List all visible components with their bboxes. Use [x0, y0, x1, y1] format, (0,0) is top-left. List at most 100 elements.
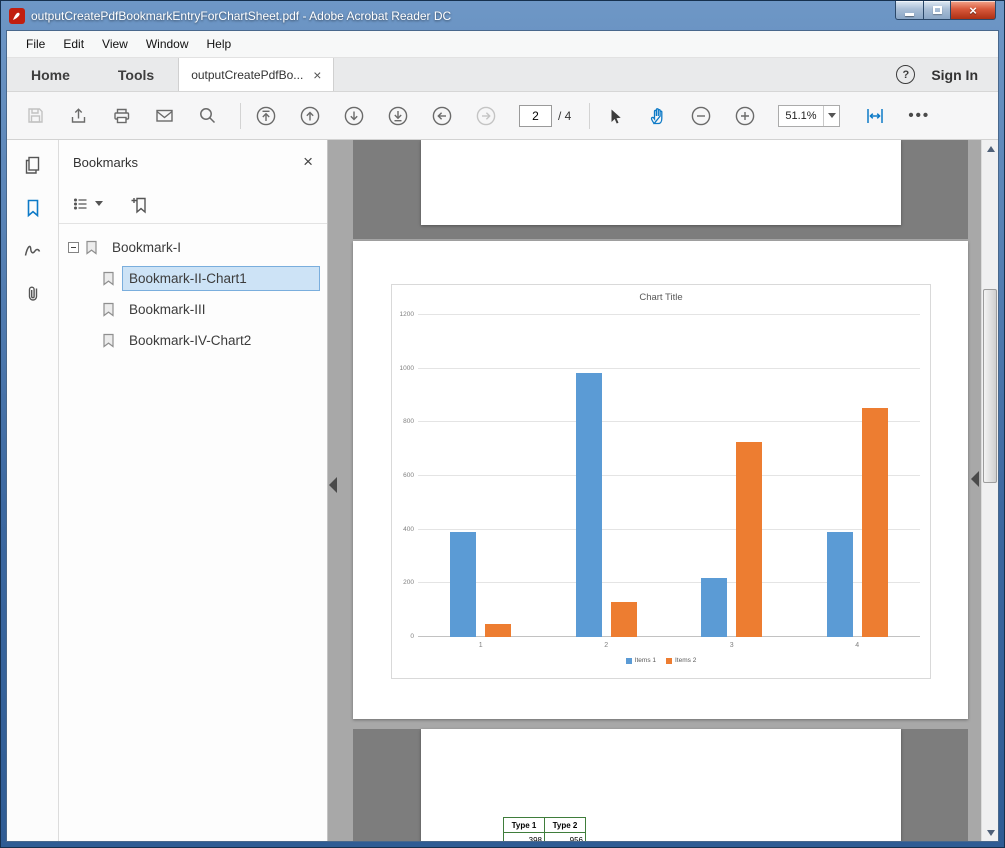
- bookmark-item[interactable]: Bookmark-I: [59, 234, 327, 260]
- attachments-panel-button[interactable]: [22, 283, 44, 310]
- close-icon: ×: [969, 3, 977, 18]
- bookmarks-panel-title: Bookmarks: [73, 155, 138, 170]
- bookmark-label: Bookmark-II-Chart1: [122, 266, 320, 291]
- document-area[interactable]: Chart Title 020040060080010001200 1234 I…: [328, 140, 998, 841]
- save-button[interactable]: [25, 105, 46, 126]
- legend-swatch: [626, 658, 632, 664]
- zoom-level-value: 51.1%: [779, 110, 823, 122]
- tab-tools[interactable]: Tools: [94, 58, 178, 91]
- y-tick-label: 400: [392, 526, 414, 533]
- zoom-out-button[interactable]: [690, 105, 712, 127]
- zoom-in-icon: [734, 105, 756, 127]
- bookmark-item[interactable]: Bookmark-II-Chart1: [59, 265, 327, 291]
- titlebar[interactable]: outputCreatePdfBookmarkEntryForChartShee…: [1, 1, 1004, 30]
- document-tab-title: outputCreatePdfBo...: [191, 68, 303, 82]
- menu-file[interactable]: File: [17, 33, 54, 55]
- zoom-dropdown-caret[interactable]: [823, 106, 839, 126]
- options-list-icon: [71, 194, 91, 214]
- new-bookmark-icon: [129, 194, 149, 214]
- page-thumbnails-button[interactable]: [22, 154, 44, 181]
- menu-help[interactable]: Help: [198, 33, 241, 55]
- collapse-left-pane-handle[interactable]: [329, 477, 337, 493]
- bookmarks-panel-button[interactable]: [22, 197, 44, 224]
- print-button[interactable]: [111, 105, 132, 126]
- first-page-button[interactable]: [255, 105, 277, 127]
- bookmark-glyph-icon: [102, 271, 115, 286]
- y-tick-label: 800: [392, 418, 414, 425]
- page-number-input[interactable]: [519, 105, 552, 127]
- bookmark-label: Bookmark-III: [122, 297, 213, 322]
- bookmark-options-button[interactable]: [71, 194, 103, 214]
- select-tool-icon: [604, 106, 624, 126]
- share-button[interactable]: [68, 105, 89, 126]
- last-page-icon: [387, 105, 409, 127]
- chart-x-labels: 1234: [418, 642, 920, 652]
- scroll-up-button[interactable]: [982, 140, 998, 157]
- hand-tool-button[interactable]: [646, 105, 668, 127]
- vertical-scrollbar[interactable]: [981, 140, 998, 841]
- bar-items1-cat2: [576, 373, 602, 637]
- menu-bar: File Edit View Window Help: [7, 31, 998, 58]
- menu-view[interactable]: View: [93, 33, 137, 55]
- last-page-button[interactable]: [387, 105, 409, 127]
- share-icon: [68, 105, 89, 126]
- zoom-in-button[interactable]: [734, 105, 756, 127]
- panel-close-icon[interactable]: ×: [303, 152, 313, 172]
- legend-item: Items 2: [666, 657, 696, 664]
- table-header-type1: Type 1: [504, 818, 545, 833]
- y-tick-label: 1200: [392, 311, 414, 318]
- email-button[interactable]: [154, 105, 175, 126]
- scroll-up-icon: [987, 146, 995, 152]
- tree-collapse-icon[interactable]: [68, 242, 79, 253]
- search-button[interactable]: [197, 105, 218, 126]
- gridline: [418, 529, 920, 530]
- sign-in-button[interactable]: Sign In: [931, 67, 978, 83]
- next-view-button[interactable]: [475, 105, 497, 127]
- select-tool-button[interactable]: [604, 106, 624, 126]
- maximize-button[interactable]: [924, 1, 951, 20]
- menu-window[interactable]: Window: [137, 33, 198, 55]
- previous-view-button[interactable]: [431, 105, 453, 127]
- legend-item: Items 1: [626, 657, 656, 664]
- scrollbar-thumb[interactable]: [983, 289, 997, 483]
- bar-items1-cat3: [701, 578, 727, 637]
- chevron-down-icon: [95, 201, 103, 206]
- minimize-button[interactable]: [895, 1, 924, 20]
- x-tick-label: 1: [479, 642, 483, 649]
- bookmark-glyph-icon: [102, 333, 115, 348]
- fit-width-button[interactable]: [864, 105, 886, 127]
- bookmark-label: Bookmark-I: [105, 235, 188, 260]
- more-tools-button[interactable]: •••: [908, 107, 930, 124]
- chevron-down-icon: [828, 113, 836, 118]
- fit-width-icon: [864, 105, 886, 127]
- bookmark-item[interactable]: Bookmark-IV-Chart2: [59, 327, 327, 353]
- document-tab-close-icon[interactable]: ×: [313, 67, 321, 83]
- tab-home[interactable]: Home: [7, 58, 94, 91]
- toolbar-divider: [240, 103, 241, 129]
- bookmark-glyph-icon: [85, 240, 98, 255]
- close-button[interactable]: ×: [951, 1, 996, 20]
- bookmarks-panel: Bookmarks × Bookmark-I Bookmark-II-Chart1…: [59, 140, 328, 841]
- bar-items2-cat1: [485, 624, 511, 637]
- bookmarks-panel-header: Bookmarks ×: [59, 140, 327, 184]
- page-thumbnails-icon: [22, 154, 44, 176]
- menu-edit[interactable]: Edit: [54, 33, 93, 55]
- signatures-panel-button[interactable]: [22, 240, 44, 267]
- scroll-down-button[interactable]: [982, 824, 998, 841]
- page-count-label: / 4: [558, 109, 571, 123]
- pdf-page-3: Type 1 Type 2 398 956: [421, 729, 901, 841]
- collapse-right-pane-handle[interactable]: [971, 471, 979, 487]
- maximize-icon: [933, 6, 942, 14]
- zoom-level-dropdown[interactable]: 51.1%: [778, 105, 840, 127]
- x-tick-label: 4: [855, 642, 859, 649]
- new-bookmark-button[interactable]: [129, 194, 149, 214]
- help-icon[interactable]: ?: [896, 65, 915, 84]
- next-page-button[interactable]: [343, 105, 365, 127]
- bar-items2-cat3: [736, 442, 762, 637]
- tab-document[interactable]: outputCreatePdfBo... ×: [178, 58, 334, 91]
- bookmark-item[interactable]: Bookmark-III: [59, 296, 327, 322]
- gridline: [418, 475, 920, 476]
- bar-items1-cat1: [450, 532, 476, 637]
- table-cell: 956: [545, 833, 586, 842]
- previous-page-button[interactable]: [299, 105, 321, 127]
